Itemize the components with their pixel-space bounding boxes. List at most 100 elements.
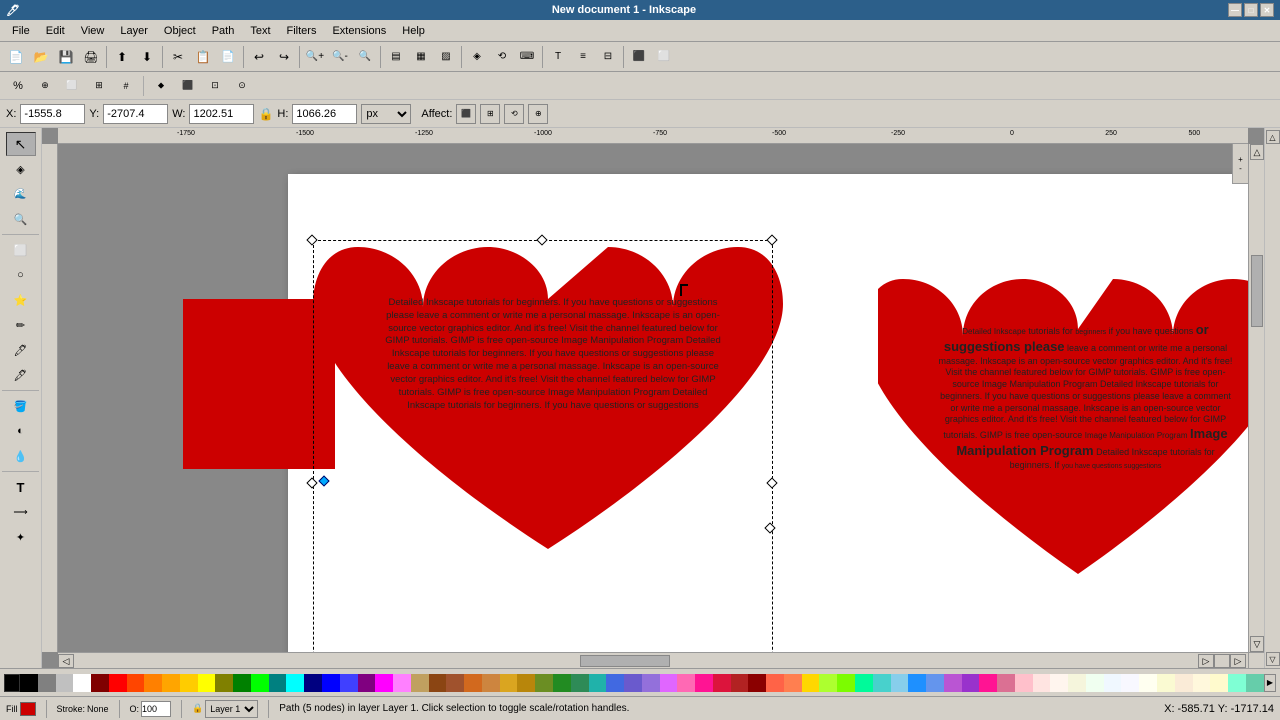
scroll-extra2[interactable]: ▷: [1230, 654, 1246, 668]
color-swatch[interactable]: [908, 674, 926, 692]
scroll-thumb-h[interactable]: [580, 655, 670, 667]
color-swatch[interactable]: [1157, 674, 1175, 692]
color-swatch[interactable]: [571, 674, 589, 692]
opacity-input[interactable]: [141, 701, 171, 717]
cut-button[interactable]: ✂: [166, 45, 190, 69]
affect-btn4[interactable]: ⊕: [528, 104, 548, 124]
fill-btn[interactable]: ⬛: [627, 45, 651, 69]
menu-item-view[interactable]: View: [73, 23, 113, 39]
color-swatch[interactable]: [1050, 674, 1068, 692]
color-swatch[interactable]: [997, 674, 1015, 692]
canvas[interactable]: Detailed Inkscape tutorials for beginner…: [58, 144, 1248, 652]
menu-item-text[interactable]: Text: [242, 23, 278, 39]
eyedropper-tool[interactable]: 💧: [6, 444, 36, 468]
scroll-up-btn[interactable]: △: [1250, 144, 1264, 160]
color-swatch[interactable]: [642, 674, 660, 692]
color-swatch[interactable]: [269, 674, 287, 692]
color-swatch[interactable]: [660, 674, 678, 692]
color-swatch[interactable]: [233, 674, 251, 692]
color-swatch[interactable]: [944, 674, 962, 692]
pen-tool[interactable]: 🖊: [6, 338, 36, 362]
gradient-tool[interactable]: ◐: [6, 419, 36, 443]
ungroup-button[interactable]: ▨: [434, 45, 458, 69]
color-swatch[interactable]: [1228, 674, 1246, 692]
color-swatch[interactable]: [962, 674, 980, 692]
color-swatch[interactable]: [286, 674, 304, 692]
menu-item-layer[interactable]: Layer: [112, 23, 156, 39]
node-tool[interactable]: ◈: [6, 157, 36, 181]
palette-scroll-right[interactable]: ▶: [1264, 674, 1276, 692]
snap-bbox[interactable]: ⬜: [60, 75, 84, 97]
connector-tool[interactable]: ⟶: [6, 500, 36, 524]
rect-tool[interactable]: ⬜: [6, 238, 36, 262]
color-swatch[interactable]: [429, 674, 447, 692]
color-swatch[interactable]: [251, 674, 269, 692]
color-swatch[interactable]: [91, 674, 109, 692]
close-button[interactable]: ✕: [1260, 3, 1274, 17]
tweak-tool[interactable]: 🌊: [6, 182, 36, 206]
scroll-track-v[interactable]: [1250, 160, 1264, 636]
text-tool-btn[interactable]: T: [546, 45, 570, 69]
text-tool[interactable]: T: [6, 475, 36, 499]
undo-button[interactable]: ↩: [247, 45, 271, 69]
snap-nodes[interactable]: ⊕: [33, 75, 57, 97]
color-swatch[interactable]: [713, 674, 731, 692]
layer-select[interactable]: Layer 1: [205, 700, 258, 718]
color-swatch[interactable]: [766, 674, 784, 692]
color-swatch[interactable]: [127, 674, 145, 692]
y-input[interactable]: [103, 104, 168, 124]
menu-item-edit[interactable]: Edit: [38, 23, 73, 39]
menu-item-extensions[interactable]: Extensions: [324, 23, 394, 39]
affect-btn2[interactable]: ⊞: [480, 104, 500, 124]
lock-icon[interactable]: 🔒: [258, 107, 273, 121]
copy-button[interactable]: 📋: [191, 45, 215, 69]
fill-color-swatch[interactable]: [20, 702, 36, 716]
color-swatch[interactable]: [1015, 674, 1033, 692]
scroll-right-btn[interactable]: ▷: [1198, 654, 1214, 668]
bucket-tool[interactable]: 🪣: [6, 394, 36, 418]
w-input[interactable]: [189, 104, 254, 124]
menu-item-help[interactable]: Help: [394, 23, 433, 39]
print-button[interactable]: 🖨: [79, 45, 103, 69]
xml-button[interactable]: ⌨: [515, 45, 539, 69]
color-swatch[interactable]: [393, 674, 411, 692]
color-swatch[interactable]: [340, 674, 358, 692]
color-swatch[interactable]: [144, 674, 162, 692]
scrollbar-horizontal[interactable]: ◁ ▷ ▷: [58, 652, 1248, 668]
color-swatch[interactable]: [784, 674, 802, 692]
color-swatch[interactable]: [304, 674, 322, 692]
x-input[interactable]: [20, 104, 85, 124]
scroll-track-h[interactable]: [74, 654, 1198, 668]
color-swatch[interactable]: [73, 674, 91, 692]
scroll-left-btn[interactable]: ◁: [58, 654, 74, 668]
color-swatch[interactable]: [517, 674, 535, 692]
menu-item-filters[interactable]: Filters: [279, 23, 325, 39]
save-button[interactable]: 💾: [54, 45, 78, 69]
color-swatch[interactable]: [1246, 674, 1264, 692]
h-input[interactable]: [292, 104, 357, 124]
color-swatch[interactable]: [606, 674, 624, 692]
align-button[interactable]: ▤: [384, 45, 408, 69]
color-swatch[interactable]: [819, 674, 837, 692]
color-swatch[interactable]: [375, 674, 393, 692]
calligraphy-tool[interactable]: 🖋: [6, 363, 36, 387]
color-swatch[interactable]: [695, 674, 713, 692]
right-btn2[interactable]: ▽: [1266, 652, 1280, 666]
color-swatch[interactable]: [1033, 674, 1051, 692]
transform-button[interactable]: ⟲: [490, 45, 514, 69]
color-swatch[interactable]: [20, 674, 38, 692]
nodes-button[interactable]: ◈: [465, 45, 489, 69]
color-swatch[interactable]: [535, 674, 553, 692]
spray-tool[interactable]: ✦: [6, 525, 36, 549]
snap-midpoints[interactable]: ⊡: [203, 75, 227, 97]
affect-btn3[interactable]: ⟲: [504, 104, 524, 124]
color-swatch[interactable]: [1139, 674, 1157, 692]
scroll-thumb-v[interactable]: [1251, 255, 1263, 326]
color-swatch[interactable]: [1193, 674, 1211, 692]
color-swatch[interactable]: [180, 674, 198, 692]
circle-tool[interactable]: ○: [6, 263, 36, 287]
heart-left[interactable]: Detailed Inkscape tutorials for beginner…: [313, 239, 783, 652]
color-swatch[interactable]: [1086, 674, 1104, 692]
color-swatch[interactable]: [411, 674, 429, 692]
snap-toggle[interactable]: %: [6, 75, 30, 97]
